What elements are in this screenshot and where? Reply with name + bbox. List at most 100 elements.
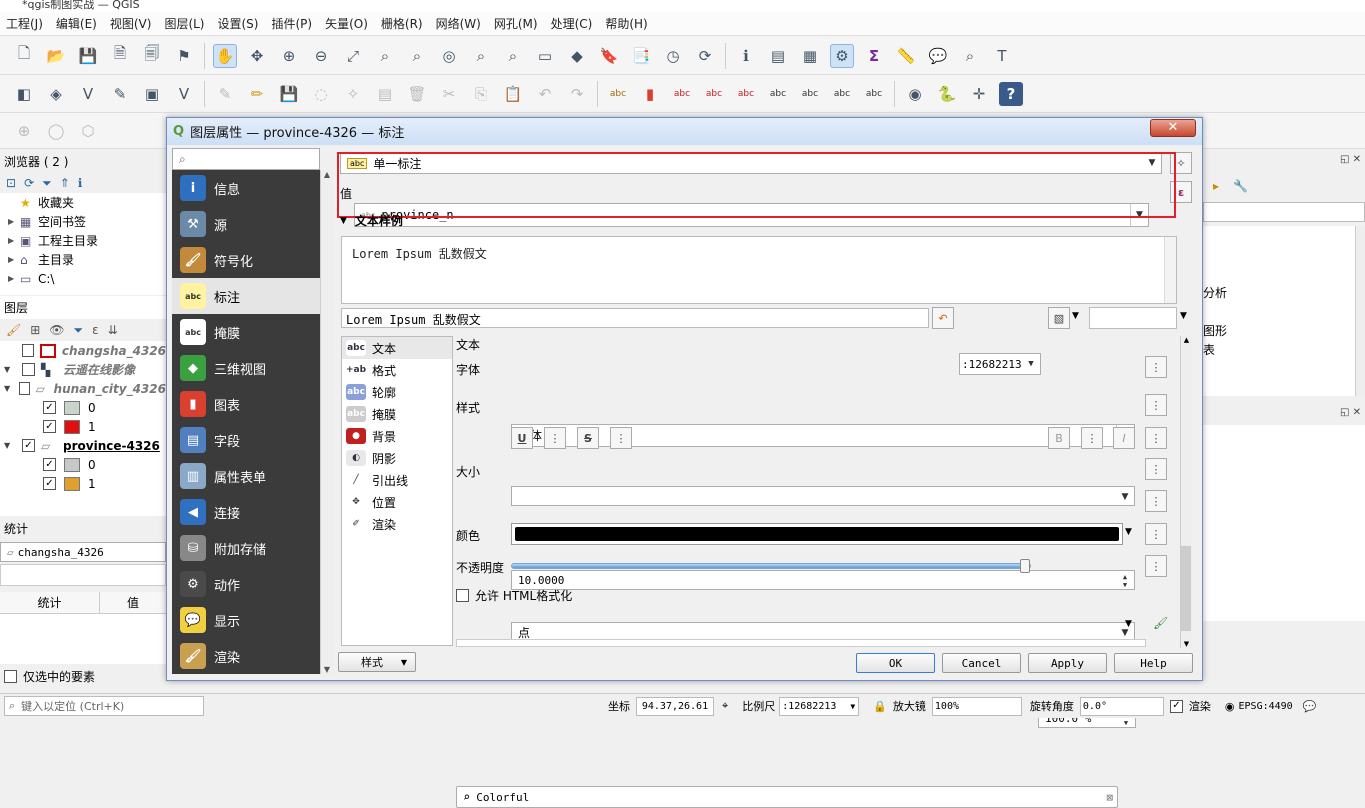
label-properties-icon[interactable]: abc	[862, 82, 886, 106]
right-item-graphics[interactable]: 图形	[1203, 322, 1227, 339]
vector-icon[interactable]: V	[76, 82, 100, 106]
filter-icon[interactable]: ⏷	[42, 176, 52, 191]
clear-search-icon[interactable]: ⊠	[1106, 791, 1113, 804]
cut-icon[interactable]: ✂	[437, 82, 461, 106]
nav-item-abc-label[interactable]: abc 标注	[172, 278, 320, 314]
map-tips-icon[interactable]: ⌕	[958, 44, 982, 68]
move-label-icon[interactable]: abc	[734, 82, 758, 106]
lock-icon[interactable]: 🔒	[873, 700, 887, 713]
layer-visibility-checkbox[interactable]	[19, 382, 30, 395]
subtab-mask[interactable]: abc 掩膜	[342, 403, 452, 425]
gps-icon[interactable]: ▣	[140, 82, 164, 106]
expand-arrow-icon[interactable]: ▶	[8, 274, 20, 283]
close-button[interactable]: ✕	[1150, 119, 1196, 137]
toggle-edit-icon[interactable]: ✎	[213, 82, 237, 106]
add-feature-icon[interactable]: ◌	[309, 82, 333, 106]
data-source-icon[interactable]: ◈	[44, 82, 68, 106]
add-selected-icon[interactable]: ⊡	[6, 176, 16, 190]
refresh-icon[interactable]: ⟳	[24, 176, 34, 190]
save-project-icon[interactable]: 💾	[76, 44, 100, 68]
info-icon[interactable]: ℹ	[78, 176, 83, 190]
copy-icon[interactable]: ⎘	[469, 82, 493, 106]
stats-layer-combo[interactable]: ▱ changsha_4326	[0, 542, 166, 562]
filter-icon[interactable]: ⏷	[74, 323, 84, 338]
background-color-swatch[interactable]	[1089, 307, 1177, 329]
help-icon[interactable]: ?	[999, 81, 1023, 106]
sum-icon[interactable]: Σ	[862, 44, 886, 68]
expand-arrow-icon[interactable]: ▶	[8, 236, 20, 245]
data-defined-underline-button[interactable]: ⋮	[544, 427, 566, 449]
right-search[interactable]	[1203, 202, 1365, 222]
expand-arrow-icon[interactable]: ▶	[8, 217, 20, 226]
pin-labels-icon[interactable]: abc	[670, 82, 694, 106]
expand-arrow-icon[interactable]: ▼	[0, 365, 14, 374]
undo-icon[interactable]: ↶	[533, 82, 557, 106]
browser-item[interactable]: ▶ ▭ C:\	[8, 269, 166, 288]
style-manager-icon[interactable]: 🖌	[1153, 616, 1168, 630]
coord-value[interactable]: 94.37,26.61	[636, 696, 714, 716]
zoom-full-icon[interactable]: ⤢	[341, 44, 365, 68]
new-project-icon[interactable]: 🗋	[12, 44, 36, 68]
python-icon[interactable]: 🐍	[935, 82, 959, 106]
rotation-value[interactable]: 0.0°	[1079, 696, 1164, 716]
annotation-icon[interactable]: 💬	[926, 44, 950, 68]
scale-combo[interactable]: :12682213 ▼	[779, 696, 860, 716]
help-button[interactable]: Help	[1114, 653, 1193, 673]
current-edits-icon[interactable]: ✏	[245, 82, 269, 106]
zoom-last-icon[interactable]: ⌕	[469, 44, 493, 68]
add-circle-icon[interactable]: ◯	[44, 119, 68, 143]
menu-item[interactable]: 帮助(H)	[605, 15, 647, 32]
label-tool-icon[interactable]: abc	[606, 82, 630, 106]
chevron-down-icon[interactable]: ▼	[1180, 311, 1187, 321]
locator-input[interactable]: ⌕ 键入以定位 (Ctrl+K)	[4, 696, 204, 716]
expression-filter-icon[interactable]: ε	[92, 323, 99, 337]
zoom-out-icon[interactable]: ⊖	[309, 44, 333, 68]
opacity-slider[interactable]	[511, 559, 1031, 573]
panel-float-close-icon[interactable]: ◱ ✕	[1340, 407, 1361, 418]
nav-search-input[interactable]: ⌕	[172, 148, 320, 170]
stats-col-value[interactable]: 值	[100, 592, 166, 613]
right-scrollbar[interactable]	[1355, 226, 1365, 396]
ok-button[interactable]: OK	[856, 653, 935, 673]
zoom-layer-icon[interactable]: ⌕	[405, 44, 429, 68]
nav-item-brush[interactable]: 🖌 渲染	[172, 638, 320, 674]
legend-item[interactable]: ✓ 1	[0, 474, 166, 493]
nav-item-cube[interactable]: ◆ 三维视图	[172, 350, 320, 386]
right-item-table[interactable]: 表	[1203, 341, 1215, 358]
data-defined-italic-button[interactable]: ⋮	[1145, 427, 1167, 449]
paste-icon[interactable]: 📋	[501, 82, 525, 106]
nav-item-info[interactable]: i 信息	[172, 170, 320, 206]
expand-arrow-icon[interactable]: ▶	[8, 255, 20, 264]
style-search-input[interactable]: ⌕ Colorful ⊠	[456, 786, 1118, 808]
render-checkbox[interactable]: ✓	[1169, 699, 1183, 713]
legend-item[interactable]: ✓ 0	[0, 398, 166, 417]
expand-arrow-icon[interactable]: ▼	[0, 384, 11, 393]
statistics-icon[interactable]: ▦	[798, 44, 822, 68]
new-map-view-icon[interactable]: ▭	[533, 44, 557, 68]
class-visibility-checkbox[interactable]: ✓	[43, 420, 56, 433]
layer-item[interactable]: changsha_4326	[0, 341, 166, 360]
data-defined-font-button[interactable]: ⋮	[1145, 356, 1167, 378]
panel-float-close-icon[interactable]: ◱ ✕	[1340, 154, 1361, 165]
nav-item-paintbrush[interactable]: 🖌 符号化	[172, 242, 320, 278]
nav-item-wrench[interactable]: ⚒ 源	[172, 206, 320, 242]
highlight-labels-icon[interactable]: abc	[702, 82, 726, 106]
value-field-combo[interactable]: abc province_n ▼	[354, 203, 1149, 227]
redo-icon[interactable]: ↷	[565, 82, 589, 106]
refresh-icon[interactable]: ⟳	[693, 44, 717, 68]
style-combo[interactable]: ▼	[511, 486, 1135, 506]
sample-header[interactable]: ▼ 文本样例	[340, 212, 403, 229]
stats-col-stat[interactable]: 统计	[0, 592, 100, 613]
style-icon[interactable]: 🖌	[6, 323, 21, 337]
expand-arrow-icon[interactable]: ▼	[0, 441, 14, 450]
reset-sample-button[interactable]: ↶	[932, 307, 954, 329]
menu-item[interactable]: 网孔(M)	[494, 15, 538, 32]
nav-scrollbar[interactable]: ▲ ▼	[320, 170, 333, 674]
menu-item[interactable]: 网络(W)	[436, 15, 481, 32]
legend-item[interactable]: ✓ 0	[0, 455, 166, 474]
pan-to-selection-icon[interactable]: ✥	[245, 44, 269, 68]
vertex-tool-icon[interactable]: ✧	[341, 82, 365, 106]
style-manager-icon[interactable]: ⚑	[172, 44, 196, 68]
measure-icon[interactable]: 📏	[894, 44, 918, 68]
attribute-table-icon[interactable]: ▤	[766, 44, 790, 68]
